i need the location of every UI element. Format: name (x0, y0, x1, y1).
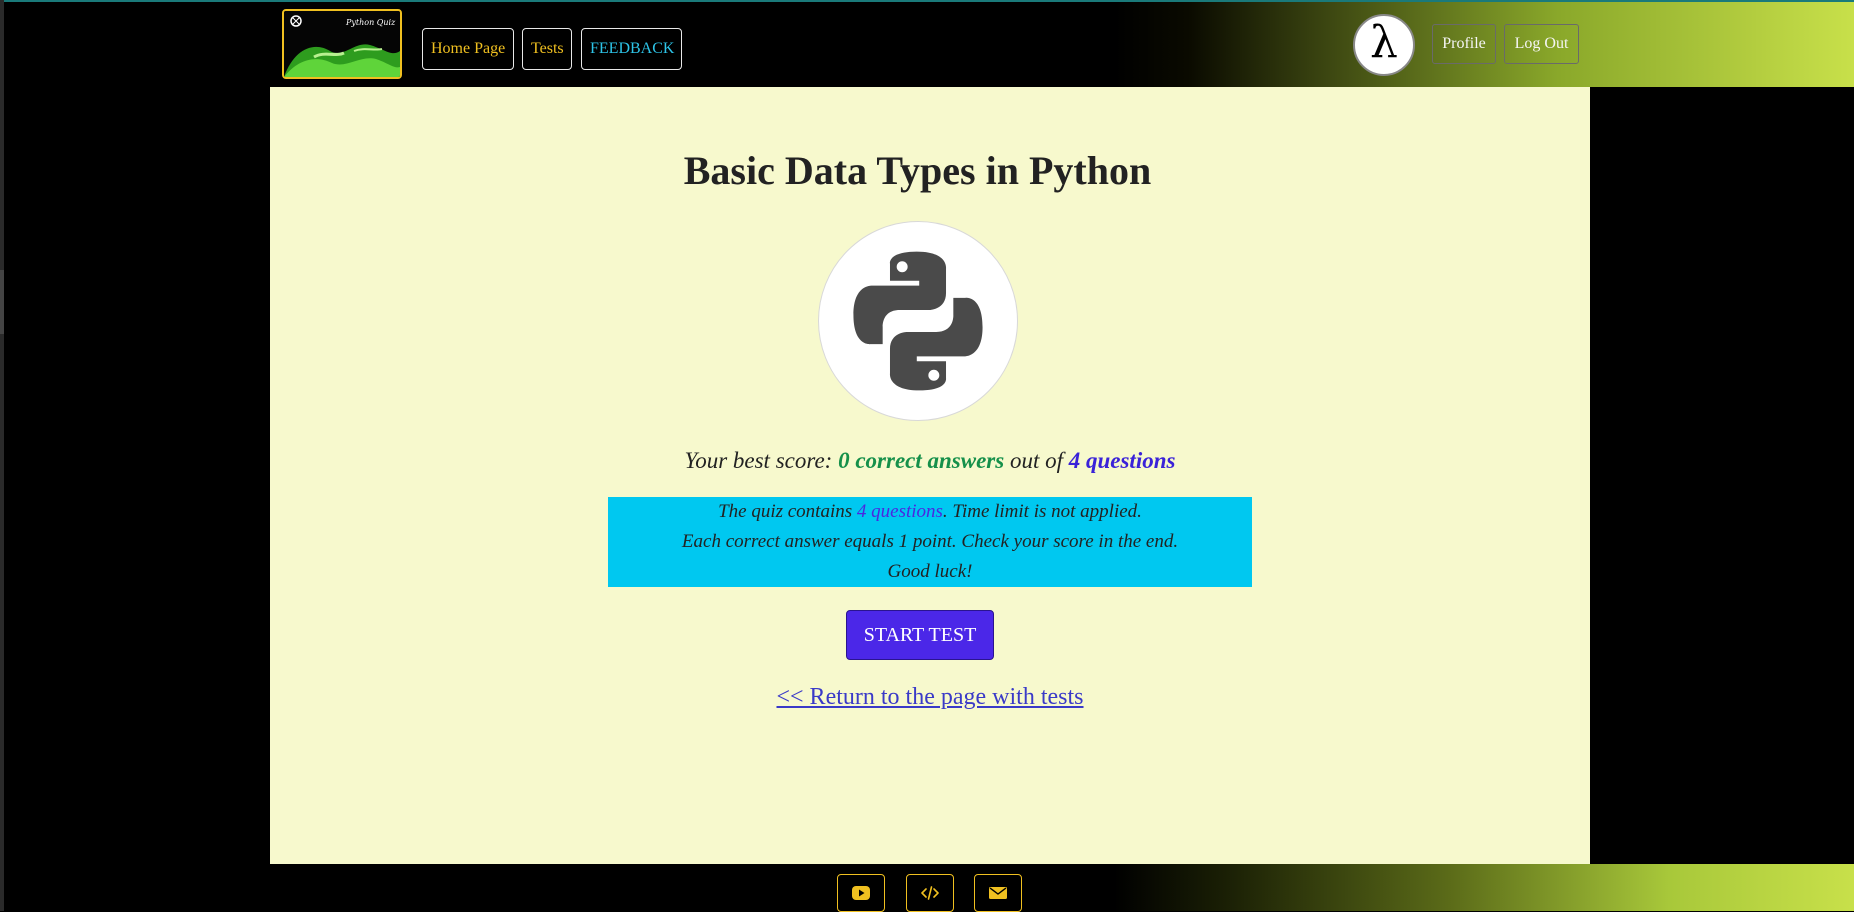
best-score: Your best score: 0 correct answers out o… (270, 448, 1590, 474)
code-icon (921, 886, 939, 900)
info-prefix: The quiz contains (718, 501, 857, 522)
youtube-icon (852, 886, 870, 900)
score-total: 4 questions (1068, 448, 1176, 473)
snake-logo-image: Python Quiz (284, 11, 400, 77)
python-icon (853, 251, 983, 391)
window-edge (0, 0, 4, 911)
email-button[interactable] (974, 874, 1022, 912)
avatar[interactable]: λ (1353, 14, 1415, 76)
profile-button[interactable]: Profile (1432, 24, 1496, 64)
nav-home-button[interactable]: Home Page (422, 28, 514, 70)
page-title: Basic Data Types in Python (683, 148, 1152, 193)
quiz-panel: Basic Data Types in Python Your best sco… (270, 87, 1590, 864)
info-line-2: Each correct answer equals 1 point. Chec… (681, 531, 1179, 552)
top-navbar: Python Quiz Home Page Tests FEEDBACK λ P… (4, 0, 1854, 87)
return-to-tests-link[interactable]: << Return to the page with tests (270, 684, 1590, 711)
footer (4, 864, 1854, 912)
lambda-icon: λ (1370, 17, 1398, 68)
python-logo (818, 221, 1018, 421)
window-edge-handle[interactable] (0, 270, 4, 334)
info-question-count: 4 questions (856, 501, 943, 522)
logo-caption: Python Quiz (345, 18, 396, 27)
start-test-button[interactable]: START TEST (846, 610, 994, 660)
score-middle: out of (1004, 448, 1069, 473)
source-code-button[interactable] (906, 874, 954, 912)
envelope-icon (989, 887, 1007, 899)
nav-tests-button[interactable]: Tests (522, 28, 572, 70)
info-line-3: Good luck! (887, 561, 973, 582)
youtube-button[interactable] (837, 874, 885, 912)
score-correct: 0 correct answers (838, 448, 1005, 473)
site-logo[interactable]: Python Quiz (282, 9, 402, 79)
info-line-1: The quiz contains 4 questions. Time limi… (608, 497, 1252, 527)
info-suffix: . Time limit is not applied. (942, 501, 1142, 522)
nav-feedback-button[interactable]: FEEDBACK (581, 28, 682, 70)
quiz-info-box: The quiz contains 4 questions. Time limi… (608, 497, 1252, 587)
logout-button[interactable]: Log Out (1504, 24, 1579, 64)
score-prefix: Your best score: (684, 448, 839, 473)
